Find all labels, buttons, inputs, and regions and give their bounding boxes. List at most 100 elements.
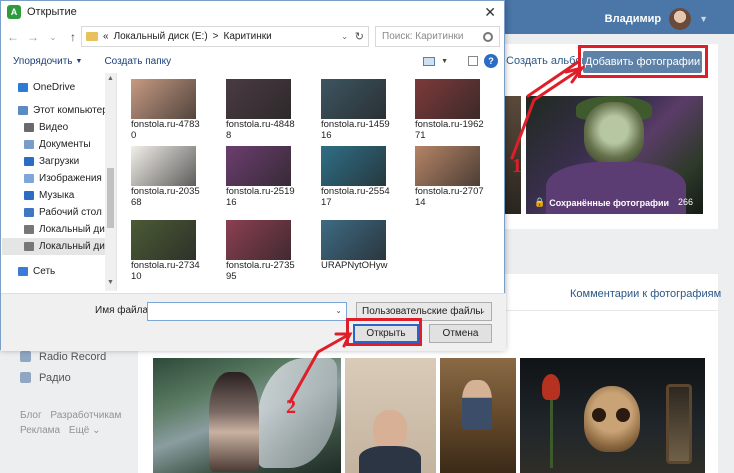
refresh-icon[interactable]: ↻	[355, 30, 364, 43]
recent-locations-icon[interactable]: ⌄	[45, 33, 61, 42]
nav-item[interactable]: Этот компьютер	[2, 102, 105, 119]
scroll-thumb[interactable]	[107, 168, 114, 228]
preview-pane-icon[interactable]	[468, 56, 478, 66]
breadcrumb-drive[interactable]: Локальный диск (E:)	[114, 31, 208, 42]
toolbar-right: ▼ ?	[423, 54, 498, 68]
photo-stem	[550, 398, 553, 468]
left-menu: Radio Record Радио	[20, 346, 106, 388]
nav-item[interactable]: Рабочий стол	[2, 204, 105, 221]
file-item[interactable]: fonstola.ru-196271	[407, 79, 497, 141]
file-item[interactable]: fonstola.ru-47830	[123, 79, 213, 141]
photo-thumbnail[interactable]	[153, 358, 341, 473]
file-thumbnail	[226, 146, 291, 186]
file-name: fonstola.ru-145916	[321, 119, 390, 141]
photo-person	[462, 380, 492, 430]
chevron-down-icon[interactable]: ⌄	[335, 306, 342, 315]
photo-comments-link[interactable]: Комментарии к фотографиям	[570, 288, 721, 300]
file-item[interactable]: fonstola.ru-251916	[218, 146, 308, 208]
nav-item-label: Локальный дис	[39, 241, 105, 252]
menu-item-radio[interactable]: Радио	[20, 367, 106, 388]
chevron-down-icon[interactable]: ▼	[441, 58, 448, 65]
path-prefix: «	[103, 31, 109, 42]
footer-link-ads[interactable]: Реклама	[20, 425, 60, 436]
search-input[interactable]: Поиск: Каритинки	[375, 26, 500, 47]
step-marker-1: 1	[512, 155, 522, 177]
dialog-footer: Имя файла: ⌄ Пользовательские файлы ⌄ От…	[1, 293, 506, 351]
filename-field[interactable]: ⌄	[147, 302, 347, 321]
nav-item[interactable]: Документы	[2, 136, 105, 153]
photo-figure	[209, 372, 259, 472]
search-placeholder: Поиск: Каритинки	[382, 31, 464, 42]
nav-item[interactable]: OneDrive	[2, 79, 105, 96]
photo-hourglass	[666, 384, 692, 464]
file-item[interactable]: fonstola.ru-270714	[407, 146, 497, 208]
file-item[interactable]: fonstola.ru-273595	[218, 220, 308, 282]
chevron-down-icon: ▼	[699, 14, 708, 24]
close-icon[interactable]: ✕	[484, 4, 496, 21]
nav-item-label: Музыка	[39, 190, 75, 201]
drive-icon	[24, 242, 34, 251]
filename-label: Имя файла:	[95, 305, 151, 316]
nav-item[interactable]: Локальный диск	[2, 221, 105, 238]
photo-thumbnail[interactable]	[440, 358, 516, 473]
footer-link-developers[interactable]: Разработчикам	[50, 410, 121, 421]
back-arrow-icon[interactable]: ←	[5, 30, 21, 44]
step-marker-2: 2	[286, 396, 296, 418]
video-icon	[24, 123, 34, 132]
file-item[interactable]: fonstola.ru-255417	[313, 146, 403, 208]
album-count: 266	[678, 197, 694, 207]
file-name: fonstola.ru-255417	[321, 186, 390, 208]
breadcrumb-folder[interactable]: Каритинки	[224, 31, 272, 42]
up-arrow-icon[interactable]: ↑	[65, 30, 81, 44]
view-options-icon[interactable]	[423, 56, 436, 66]
album-cover-face	[584, 102, 644, 164]
file-thumbnail	[415, 79, 480, 119]
file-name: fonstola.ru-273410	[131, 260, 200, 282]
album-caption-text: Сохранённые фотографии	[549, 197, 670, 208]
address-bar[interactable]: « Локальный диск (E:) > Каритинки ⌄ ↻	[81, 26, 369, 47]
downloads-icon	[24, 157, 34, 166]
folder-icon	[86, 32, 98, 41]
footer-link-blog[interactable]: Блог	[20, 410, 42, 421]
photo-eye	[592, 408, 606, 422]
new-folder-button[interactable]: Создать папку	[104, 56, 171, 67]
drive-icon	[24, 225, 34, 234]
forward-arrow-icon[interactable]: →	[25, 30, 41, 44]
organize-menu[interactable]: Упорядочить ▼	[13, 56, 82, 67]
file-thumbnail	[415, 146, 480, 186]
nav-item[interactable]: Сеть	[2, 263, 105, 280]
nav-item[interactable]: Изображения	[2, 170, 105, 187]
file-item[interactable]: URAPNytOHyw	[313, 220, 403, 271]
photo-thumbnail[interactable]	[520, 358, 705, 473]
search-icon	[483, 31, 493, 42]
file-item[interactable]: fonstola.ru-273410	[123, 220, 213, 282]
nav-item[interactable]: Видео	[2, 119, 105, 136]
user-menu[interactable]: Владимир ▼	[605, 8, 708, 30]
file-name: fonstola.ru-47830	[131, 119, 200, 141]
footer-link-more[interactable]: Ещё ⌄	[69, 425, 101, 436]
nav-scrollbar[interactable]: ▲ ▼	[105, 73, 116, 291]
file-item[interactable]: fonstola.ru-145916	[313, 79, 403, 141]
chevron-down-icon: ▼	[75, 57, 83, 65]
username: Владимир	[604, 13, 662, 25]
scroll-up-icon[interactable]: ▲	[107, 75, 114, 82]
nav-item-label: Этот компьютер	[33, 105, 105, 116]
dialog-titlebar[interactable]: A Открытие ✕	[1, 1, 504, 23]
menu-item-label: Radio Record	[39, 350, 107, 363]
photo-thumbnail[interactable]	[345, 358, 436, 473]
scroll-down-icon[interactable]: ▼	[107, 279, 114, 286]
file-name: URAPNytOHyw	[321, 260, 388, 271]
nav-item-label: Локальный диск	[39, 224, 105, 235]
chevron-down-icon[interactable]: ⌄	[341, 32, 348, 41]
file-name: fonstola.ru-251916	[226, 186, 295, 208]
cancel-button[interactable]: Отмена	[429, 324, 492, 343]
file-item[interactable]: fonstola.ru-48488	[218, 79, 308, 141]
nav-item[interactable]: Загрузки	[2, 153, 105, 170]
nav-item[interactable]: Музыка	[2, 187, 105, 204]
nav-item[interactable]: Локальный дис	[2, 238, 105, 255]
file-item[interactable]: fonstola.ru-203568	[123, 146, 213, 208]
file-thumbnail	[226, 220, 291, 260]
avatar[interactable]	[669, 8, 692, 30]
help-icon[interactable]: ?	[484, 54, 498, 68]
create-album-link[interactable]: Создать альбом	[506, 55, 589, 67]
